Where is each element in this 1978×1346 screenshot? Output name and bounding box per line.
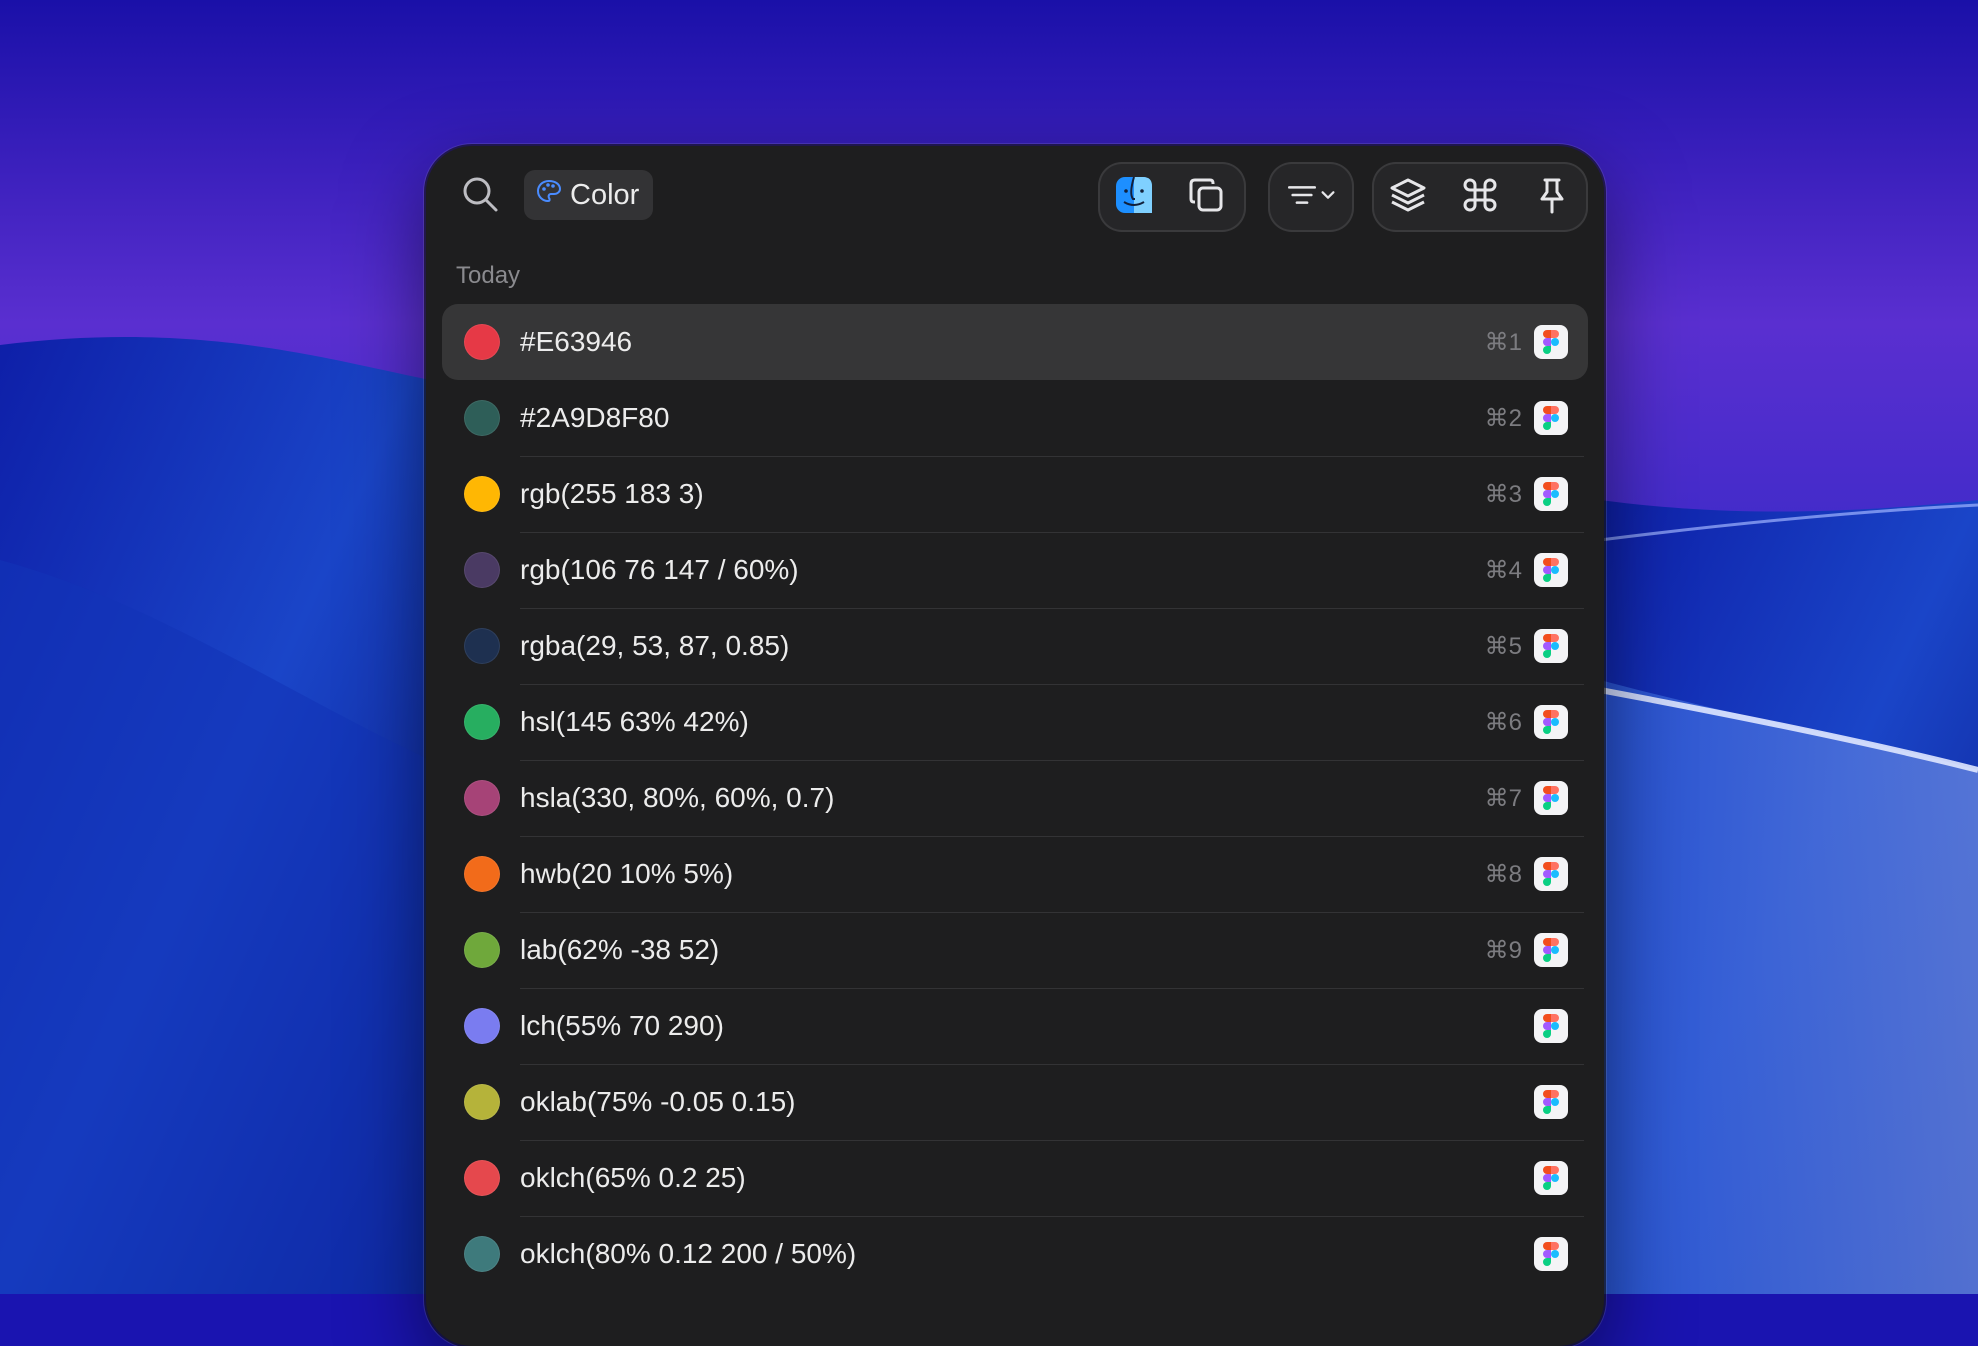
figma-icon <box>1534 705 1568 739</box>
color-swatch <box>464 1236 500 1272</box>
clip-item[interactable]: rgba(29, 53, 87, 0.85) ⌘5 <box>442 608 1588 685</box>
color-swatch <box>464 1160 500 1196</box>
color-swatch <box>464 1008 500 1044</box>
figma-icon <box>1534 325 1568 359</box>
clip-value: #E63946 <box>520 326 633 357</box>
toolbar-group-apps <box>1098 162 1246 232</box>
shortcut-hint: ⌘6 <box>1484 708 1522 736</box>
layers-icon <box>1388 175 1428 220</box>
pin-button[interactable] <box>1516 162 1588 232</box>
toolbar-group-filter <box>1268 162 1354 232</box>
clip-item[interactable]: #E63946 ⌘1 <box>442 304 1588 380</box>
section-label-today: Today <box>456 262 521 289</box>
clip-value: lab(62% -38 52) <box>520 934 720 965</box>
shortcut-hint: ⌘4 <box>1484 556 1522 584</box>
color-filter-chip[interactable]: Color <box>524 170 654 220</box>
clip-item[interactable]: oklab(75% -0.05 0.15) <box>442 1064 1588 1141</box>
filter-icon <box>1285 178 1319 217</box>
clip-value: hsla(330, 80%, 60%, 0.7) <box>520 782 835 813</box>
figma-icon <box>1534 401 1568 435</box>
shortcut-hint: ⌘8 <box>1484 860 1522 888</box>
figma-icon <box>1534 1237 1568 1271</box>
clip-item[interactable]: rgb(255 183 3) ⌘3 <box>442 456 1588 533</box>
figma-icon <box>1534 629 1568 663</box>
clip-item[interactable]: lch(55% 70 290) <box>442 988 1588 1065</box>
copy-icon <box>1186 175 1226 220</box>
sort-filter-button[interactable] <box>1268 162 1354 232</box>
clip-item[interactable]: oklch(80% 0.12 200 / 50%) <box>442 1216 1588 1292</box>
clip-value: rgb(106 76 147 / 60%) <box>520 554 799 585</box>
clip-value: oklab(75% -0.05 0.15) <box>520 1086 796 1117</box>
finder-button[interactable] <box>1098 162 1170 232</box>
figma-icon <box>1534 553 1568 587</box>
finder-icon <box>1114 175 1154 220</box>
clip-value: lch(55% 70 290) <box>520 1010 724 1041</box>
chip-label: Color <box>570 178 640 211</box>
color-swatch <box>464 552 500 588</box>
clip-item[interactable]: #2A9D8F80 ⌘2 <box>442 380 1588 457</box>
clip-value: #2A9D8F80 <box>520 402 670 433</box>
clip-value: oklch(65% 0.2 25) <box>520 1162 746 1193</box>
clip-item[interactable]: oklch(65% 0.2 25) <box>442 1140 1588 1217</box>
figma-icon <box>1534 1085 1568 1119</box>
color-swatch <box>464 628 500 664</box>
pin-icon <box>1532 175 1572 220</box>
color-swatch <box>464 1084 500 1120</box>
color-swatch <box>464 476 500 512</box>
clip-item[interactable]: lab(62% -38 52) ⌘9 <box>442 912 1588 989</box>
shortcut-hint: ⌘3 <box>1484 480 1522 508</box>
clip-item[interactable]: rgb(106 76 147 / 60%) ⌘4 <box>442 532 1588 609</box>
figma-icon <box>1534 781 1568 815</box>
clip-value: hsl(145 63% 42%) <box>520 706 749 737</box>
color-swatch <box>464 780 500 816</box>
color-swatch <box>464 704 500 740</box>
figma-icon <box>1534 477 1568 511</box>
search-icon[interactable] <box>460 174 500 214</box>
figma-icon <box>1534 933 1568 967</box>
figma-icon <box>1534 857 1568 891</box>
clip-value: hwb(20 10% 5%) <box>520 858 734 889</box>
command-button[interactable] <box>1444 162 1516 232</box>
shortcut-hint: ⌘7 <box>1484 784 1522 812</box>
color-swatch <box>464 400 500 436</box>
clip-value: rgb(255 183 3) <box>520 478 704 509</box>
figma-icon <box>1534 1009 1568 1043</box>
clipboard-panel: Color Today #E63946 ⌘1 #2A9D8F80 ⌘2 rgb(… <box>426 146 1604 1346</box>
clip-list: #E63946 ⌘1 #2A9D8F80 ⌘2 rgb(255 183 3) ⌘… <box>442 304 1588 1292</box>
color-swatch <box>464 856 500 892</box>
command-icon <box>1460 175 1500 220</box>
clip-value: rgba(29, 53, 87, 0.85) <box>520 630 790 661</box>
color-swatch <box>464 324 500 360</box>
toolbar-group-actions <box>1372 162 1588 232</box>
clip-item[interactable]: hsl(145 63% 42%) ⌘6 <box>442 684 1588 761</box>
copy-button[interactable] <box>1170 162 1242 232</box>
shortcut-hint: ⌘5 <box>1484 632 1522 660</box>
shortcut-hint: ⌘9 <box>1484 936 1522 964</box>
shortcut-hint: ⌘1 <box>1484 328 1522 356</box>
chevron-down-icon <box>1319 186 1337 209</box>
figma-icon <box>1534 1161 1568 1195</box>
clip-item[interactable]: hsla(330, 80%, 60%, 0.7) ⌘7 <box>442 760 1588 837</box>
color-swatch <box>464 932 500 968</box>
layers-button[interactable] <box>1372 162 1444 232</box>
toolbar: Color <box>426 146 1604 246</box>
clip-item[interactable]: hwb(20 10% 5%) ⌘8 <box>442 836 1588 913</box>
shortcut-hint: ⌘2 <box>1484 404 1522 432</box>
palette-icon <box>536 178 562 212</box>
clip-value: oklch(80% 0.12 200 / 50%) <box>520 1238 857 1269</box>
